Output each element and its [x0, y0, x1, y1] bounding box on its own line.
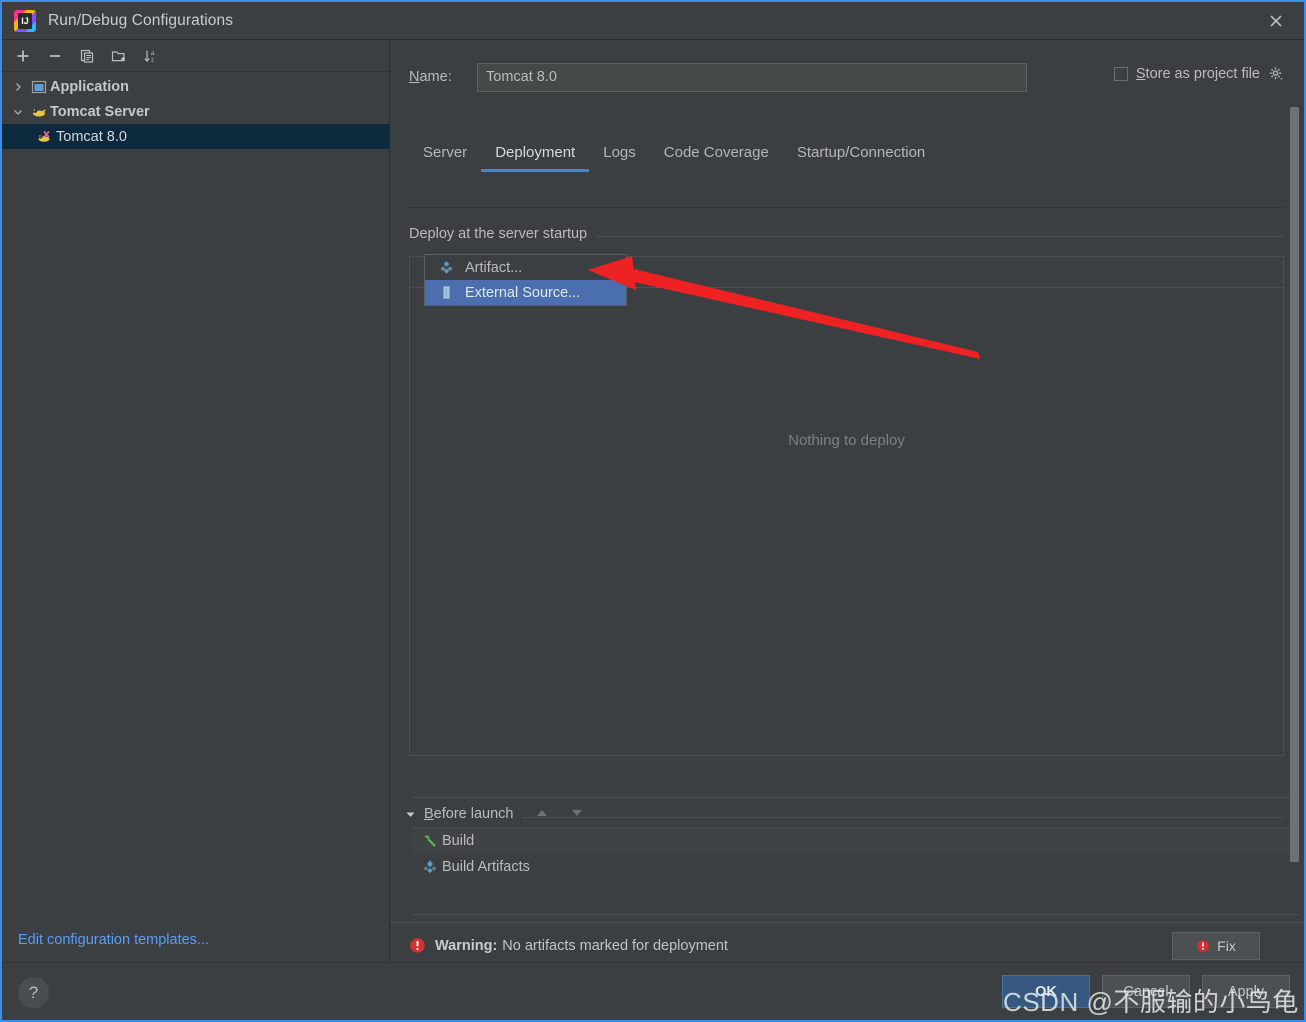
tomcat-config-icon: [34, 129, 56, 145]
caret-down-icon[interactable]: [405, 809, 416, 820]
task-move-up-button[interactable]: [525, 800, 558, 826]
copy-configuration-button[interactable]: [72, 42, 102, 70]
store-as-project-file-label: Store as project file: [1135, 66, 1260, 82]
warning-error-icon: [409, 937, 426, 954]
dialog-title: Run/Debug Configurations: [48, 11, 234, 29]
tab-logs[interactable]: Logs: [589, 144, 650, 172]
add-deployment-popup-menu: Artifact... External Source...: [424, 254, 627, 306]
before-launch-divider: [405, 817, 1284, 818]
tab-server[interactable]: Server: [409, 144, 481, 172]
add-configuration-button[interactable]: [8, 42, 38, 70]
name-label: Name:: [409, 69, 452, 85]
before-launch-header[interactable]: Before launch: [405, 806, 524, 822]
warning-error-icon: [1197, 940, 1209, 952]
before-launch-toolbar: [412, 798, 1299, 828]
deployment-list-panel: Nothing to deploy: [409, 256, 1284, 756]
popup-item-external-source[interactable]: External Source...: [425, 280, 626, 305]
svg-text:z: z: [151, 58, 154, 64]
application-icon: [28, 79, 50, 95]
configurations-sidebar: a z Application Tomcat Server Tomcat 8.0…: [2, 40, 390, 962]
editor-scrollbar-thumb[interactable]: [1290, 107, 1299, 862]
help-button[interactable]: ?: [18, 977, 49, 1008]
editor-tabs: Server Deployment Logs Code Coverage Sta…: [409, 136, 1284, 172]
fix-button-label: Fix: [1217, 938, 1236, 954]
gear-icon[interactable]: [1268, 66, 1284, 82]
before-launch-task-label: Build Artifacts: [442, 859, 530, 875]
popup-item-label: External Source...: [465, 284, 581, 301]
external-source-icon: [439, 285, 465, 300]
store-as-project-file-group: Store as project file: [1113, 66, 1284, 82]
build-hammer-icon: [418, 833, 442, 849]
before-launch-panel: Build Build Artifacts: [412, 797, 1299, 915]
edit-configuration-templates-link[interactable]: Edit configuration templates...: [18, 932, 209, 948]
fix-button[interactable]: Fix: [1172, 932, 1260, 960]
name-input[interactable]: [477, 62, 1027, 92]
tree-item-label: Application: [50, 78, 129, 95]
name-row: Name: Store as project file: [409, 62, 1284, 92]
tab-deployment[interactable]: Deployment: [481, 144, 590, 172]
tree-item-label: Tomcat 8.0: [56, 128, 127, 145]
tabs-divider: [409, 207, 1284, 208]
intellij-idea-icon: [14, 9, 36, 32]
tomcat-icon: [28, 104, 50, 120]
csdn-watermark: CSDN @不服输的小鸟龟: [1003, 987, 1299, 1017]
deploy-group-title: Deploy at the server startup: [409, 226, 598, 242]
before-launch-task-row[interactable]: Build Artifacts: [412, 854, 1299, 880]
folder-add-icon[interactable]: [104, 42, 134, 70]
store-as-project-file-checkbox[interactable]: [1113, 67, 1128, 81]
nothing-to-deploy-label: Nothing to deploy: [788, 432, 905, 449]
chevron-down-icon[interactable]: [8, 107, 28, 117]
tree-item-tomcat-8-0[interactable]: Tomcat 8.0: [2, 124, 389, 149]
artifact-icon: [418, 859, 442, 875]
before-launch-task-label: Build: [442, 833, 475, 849]
before-launch-task-row[interactable]: Build: [412, 828, 1299, 854]
popup-item-label: Artifact...: [465, 259, 523, 276]
sidebar-toolbar: a z: [2, 40, 389, 72]
editor-scrollbar[interactable]: [1288, 102, 1300, 892]
popup-item-artifact[interactable]: Artifact...: [425, 255, 626, 280]
artifact-icon: [439, 260, 465, 275]
before-launch-title: Before launch: [424, 806, 514, 822]
tab-startup-connection[interactable]: Startup/Connection: [783, 144, 939, 172]
run-debug-configurations-dialog: Run/Debug Configurations: [0, 0, 1306, 1022]
tab-code-coverage[interactable]: Code Coverage: [650, 144, 783, 172]
warning-prefix: Warning:: [435, 937, 498, 954]
dialog-titlebar: Run/Debug Configurations: [2, 2, 1304, 40]
chevron-right-icon[interactable]: [8, 82, 28, 92]
task-move-down-button[interactable]: [560, 800, 593, 826]
svg-text:a: a: [151, 51, 155, 57]
tree-item-tomcat-server[interactable]: Tomcat Server: [2, 99, 389, 124]
remove-configuration-button[interactable]: [40, 42, 70, 70]
tree-item-application[interactable]: Application: [2, 74, 389, 99]
configurations-tree: Application Tomcat Server Tomcat 8.0: [2, 72, 389, 149]
tree-item-label: Tomcat Server: [50, 103, 150, 120]
sort-alpha-icon[interactable]: a z: [136, 42, 166, 70]
warning-message: No artifacts marked for deployment: [502, 937, 728, 954]
close-icon[interactable]: [1248, 2, 1304, 40]
